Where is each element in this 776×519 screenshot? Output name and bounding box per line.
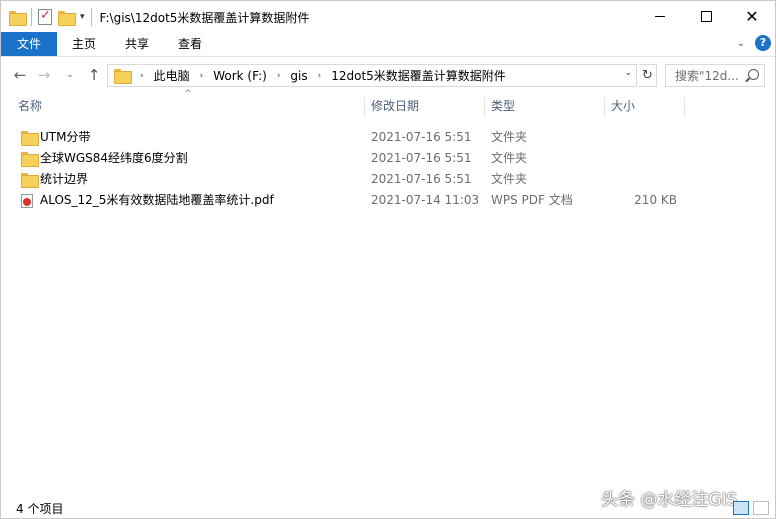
search-placeholder: 搜索"12d...	[675, 69, 739, 83]
search-icon	[748, 69, 759, 80]
properties-icon[interactable]	[38, 8, 52, 25]
maximize-button[interactable]	[683, 1, 729, 32]
file-row[interactable]: 统计边界 2021-07-16 5:51 文件夹	[1, 169, 775, 190]
column-header-size[interactable]: 大小	[611, 93, 635, 119]
folder-icon	[21, 131, 39, 146]
file-type: WPS PDF 文档	[491, 193, 573, 207]
ribbon-right-controls: ⌄ ?	[737, 35, 771, 51]
file-type: 文件夹	[491, 172, 528, 186]
column-divider[interactable]	[484, 97, 485, 117]
forward-button[interactable]: →	[33, 64, 55, 86]
column-header-date[interactable]: 修改日期	[371, 93, 419, 119]
large-icons-view-icon[interactable]	[753, 501, 769, 515]
chevron-down-icon[interactable]: ▾	[80, 12, 85, 22]
file-date: 2021-07-16 5:51	[371, 130, 472, 144]
chevron-right-icon[interactable]: ›	[200, 71, 204, 81]
address-bar[interactable]: › 此电脑 › Work (F:) › gis › 12dot5米数据覆盖计算数…	[107, 64, 637, 87]
minimize-button[interactable]	[637, 1, 683, 32]
file-date: 2021-07-16 5:51	[371, 172, 472, 186]
breadcrumb-gis[interactable]: gis	[290, 69, 307, 83]
toolbar-divider	[31, 8, 32, 26]
column-headers: ^ 名称 修改日期 类型 大小	[1, 89, 775, 119]
file-size: 210 KB	[634, 193, 677, 207]
folder-icon	[114, 69, 132, 84]
column-divider[interactable]	[604, 97, 605, 117]
column-divider[interactable]	[364, 97, 365, 117]
file-type: 文件夹	[491, 130, 528, 144]
quick-access-toolbar: ▾ F:\gis\12dot5米数据覆盖计算数据附件	[9, 7, 315, 27]
new-folder-icon[interactable]	[58, 10, 76, 26]
file-date: 2021-07-16 5:51	[371, 151, 472, 165]
address-dropdown-icon[interactable]: ⌄	[624, 68, 632, 78]
file-row[interactable]: UTM分带 2021-07-16 5:51 文件夹	[1, 127, 775, 148]
recent-locations-button[interactable]: ⌄	[63, 64, 77, 86]
navigation-bar: ← → ⌄ ↑ › 此电脑 › Work (F:) › gis › 12dot5…	[1, 61, 775, 89]
breadcrumb-current-folder[interactable]: 12dot5米数据覆盖计算数据附件	[331, 67, 506, 84]
up-button[interactable]: ↑	[83, 64, 105, 86]
file-size	[611, 169, 677, 190]
status-bar: 4 个项目 头条 @水经注GIS	[1, 490, 775, 518]
breadcrumb-this-pc[interactable]: 此电脑	[154, 67, 190, 84]
file-name: 统计边界	[40, 172, 89, 186]
folder-icon	[21, 152, 39, 167]
chevron-right-icon[interactable]: ›	[140, 71, 144, 81]
watermark: 头条 @水经注GIS	[601, 490, 738, 510]
window-controls: ✕	[637, 1, 775, 32]
folder-icon	[21, 173, 39, 188]
column-header-type[interactable]: 类型	[491, 93, 515, 119]
file-size	[611, 127, 677, 148]
details-view-icon[interactable]	[733, 501, 749, 515]
file-name: UTM分带	[40, 130, 91, 144]
tab-share[interactable]: 共享	[111, 32, 163, 56]
search-input[interactable]: 搜索"12d...	[665, 64, 765, 87]
back-button[interactable]: ←	[9, 64, 31, 86]
item-count: 4 个项目	[16, 502, 64, 516]
title-bar: ▾ F:\gis\12dot5米数据覆盖计算数据附件 ✕	[1, 1, 775, 33]
ribbon-tabs: 文件 主页 共享 查看 ⌄ ?	[1, 32, 775, 57]
folder-icon	[9, 10, 27, 26]
close-button[interactable]: ✕	[729, 1, 775, 32]
pdf-icon	[21, 194, 33, 208]
chevron-right-icon[interactable]: ›	[318, 71, 322, 81]
expand-ribbon-icon[interactable]: ⌄	[737, 38, 745, 49]
file-list: UTM分带 2021-07-16 5:51 文件夹 全球WGS84经纬度6度分割…	[1, 127, 775, 211]
file-name: ALOS_12_5米有效数据陆地覆盖率统计.pdf	[40, 193, 274, 207]
column-divider[interactable]	[684, 97, 685, 117]
sort-ascending-icon: ^	[184, 89, 192, 99]
file-row[interactable]: 全球WGS84经纬度6度分割 2021-07-16 5:51 文件夹	[1, 148, 775, 169]
file-name: 全球WGS84经纬度6度分割	[40, 151, 188, 165]
file-size	[611, 148, 677, 169]
title-divider	[90, 8, 92, 26]
tab-view[interactable]: 查看	[165, 32, 215, 56]
window-title: F:\gis\12dot5米数据覆盖计算数据附件	[99, 10, 310, 25]
file-type: 文件夹	[491, 151, 528, 165]
tab-file[interactable]: 文件	[1, 32, 57, 56]
explorer-window: ▾ F:\gis\12dot5米数据覆盖计算数据附件 ✕ 文件 主页 共享 查看…	[0, 0, 776, 519]
column-header-name[interactable]: 名称	[18, 93, 42, 119]
file-row[interactable]: ALOS_12_5米有效数据陆地覆盖率统计.pdf 2021-07-14 11:…	[1, 190, 775, 211]
file-date: 2021-07-14 11:03	[371, 193, 480, 207]
tab-home[interactable]: 主页	[59, 32, 109, 56]
chevron-right-icon[interactable]: ›	[277, 71, 281, 81]
breadcrumb-drive[interactable]: Work (F:)	[213, 69, 267, 83]
help-icon[interactable]: ?	[755, 35, 771, 51]
refresh-button[interactable]: ↻	[639, 64, 657, 87]
